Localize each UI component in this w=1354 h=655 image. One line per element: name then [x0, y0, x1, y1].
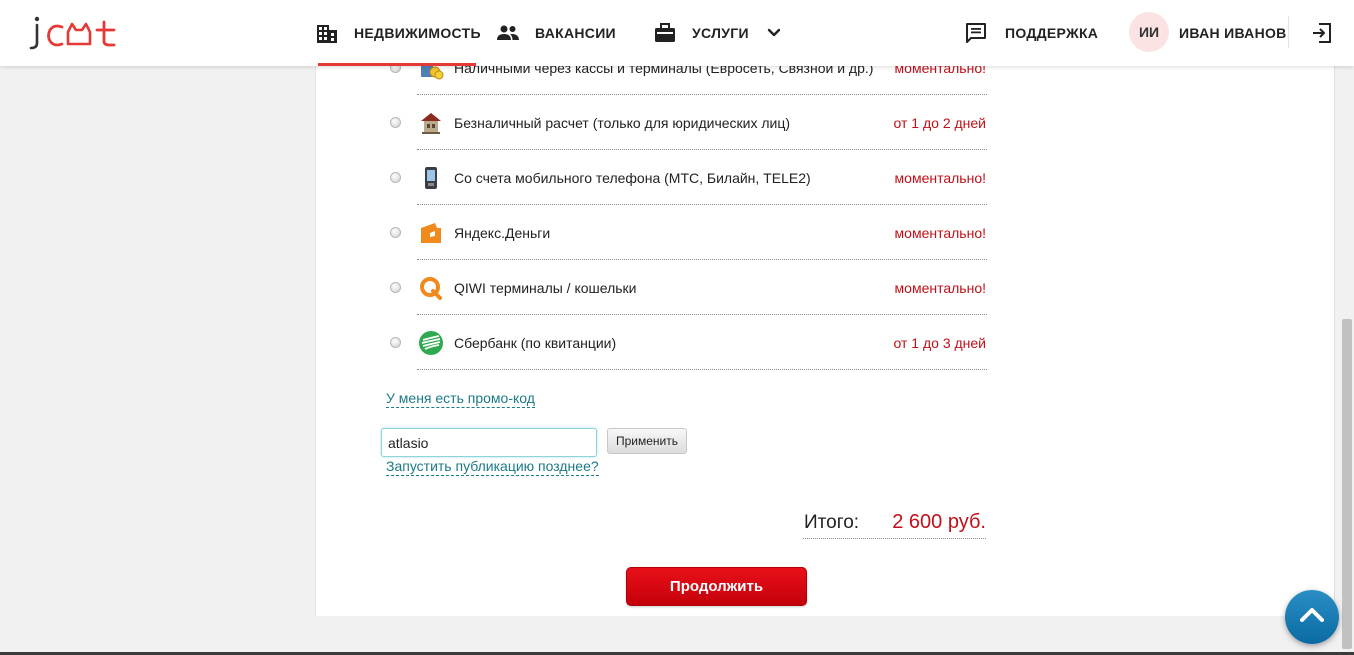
- continue-button[interactable]: Продолжить: [626, 567, 807, 606]
- nav-realty[interactable]: НЕДВИЖИМОСТЬ: [316, 0, 481, 66]
- apply-promo-button[interactable]: Применить: [607, 428, 687, 454]
- nav-vacancies[interactable]: ВАКАНСИИ: [497, 0, 616, 66]
- payment-label: Безналичный расчет (только для юридическ…: [454, 114, 791, 131]
- promo-code-input[interactable]: [381, 428, 597, 457]
- payment-radio[interactable]: [390, 171, 401, 183]
- nav-vacancies-label: ВАКАНСИИ: [535, 25, 616, 41]
- mobile-phone-icon: [418, 165, 444, 191]
- nav-services[interactable]: УСЛУГИ: [654, 0, 781, 66]
- payment-radio[interactable]: [390, 336, 401, 348]
- nav-support[interactable]: ПОДДЕРЖКА: [965, 0, 1098, 66]
- top-header: НЕДВИЖИМОСТЬ ВАКАНСИИ УСЛУГИ ПОДДЕРЖКА И…: [0, 0, 1354, 66]
- briefcase-icon: [654, 23, 676, 43]
- publish-later-link[interactable]: Запустить публикацию позднее?: [386, 458, 599, 476]
- chat-icon: [965, 22, 987, 44]
- user-avatar[interactable]: ИИ: [1129, 12, 1169, 52]
- payment-radio[interactable]: [390, 226, 401, 238]
- payment-label: Яндекс.Деньги: [454, 224, 551, 241]
- user-name: ИВАН ИВАНОВ: [1179, 25, 1287, 41]
- payment-label: QIWI терминалы / кошельки: [454, 279, 637, 296]
- qiwi-icon: [418, 275, 444, 301]
- nav-realty-label: НЕДВИЖИМОСТЬ: [354, 25, 481, 41]
- yandex-money-icon: [418, 220, 444, 246]
- nav-services-label: УСЛУГИ: [692, 25, 749, 41]
- payment-label: Со счета мобильного телефона (МТС, Билай…: [454, 169, 811, 186]
- promo-code-link[interactable]: У меня есть промо-код: [386, 390, 535, 408]
- header-divider: [1288, 16, 1289, 48]
- payment-time: моментально!: [894, 169, 986, 186]
- scrollbar-thumb[interactable]: [1342, 319, 1352, 649]
- logout-button[interactable]: [1311, 0, 1333, 66]
- payment-time: моментально!: [894, 224, 986, 241]
- payment-time: от 1 до 3 дней: [893, 334, 986, 351]
- total-value: 2 600 руб.: [892, 511, 986, 533]
- payment-time: от 1 до 2 дней: [893, 114, 986, 131]
- payment-radio[interactable]: [390, 281, 401, 293]
- scroll-to-top-button[interactable]: [1285, 590, 1339, 644]
- bank-building-icon: [418, 110, 444, 136]
- payment-option-sberbank[interactable]: Сбербанк (по квитанции) от 1 до 3 дней: [385, 315, 987, 370]
- people-icon: [497, 25, 519, 41]
- payment-time: моментально!: [894, 279, 986, 296]
- total-row: Итого: 2 600 руб.: [803, 508, 986, 539]
- payment-radio[interactable]: [390, 116, 401, 128]
- chevron-down-icon[interactable]: [767, 28, 781, 38]
- payment-option-bank-transfer[interactable]: Безналичный расчет (только для юридическ…: [385, 95, 987, 150]
- payment-option-mobile[interactable]: Со счета мобильного телефона (МТС, Билай…: [385, 150, 987, 205]
- chevron-up-icon: [1299, 606, 1325, 629]
- sberbank-icon: [418, 330, 444, 356]
- payment-option-qiwi[interactable]: QIWI терминалы / кошельки моментально!: [385, 260, 987, 315]
- building-icon: [316, 22, 338, 44]
- nav-support-label: ПОДДЕРЖКА: [1005, 25, 1099, 41]
- total-label: Итого:: [804, 512, 860, 533]
- nav-active-indicator: [318, 63, 476, 66]
- payment-label: Сбербанк (по квитанции): [454, 334, 617, 351]
- user-menu[interactable]: ИВАН ИВАНОВ: [1179, 0, 1287, 66]
- logout-icon: [1311, 22, 1333, 44]
- page-scrollbar[interactable]: [1338, 67, 1354, 652]
- row-divider: [417, 369, 987, 370]
- jcat-logo[interactable]: [28, 10, 128, 56]
- payment-option-yandex[interactable]: Яндекс.Деньги моментально!: [385, 205, 987, 260]
